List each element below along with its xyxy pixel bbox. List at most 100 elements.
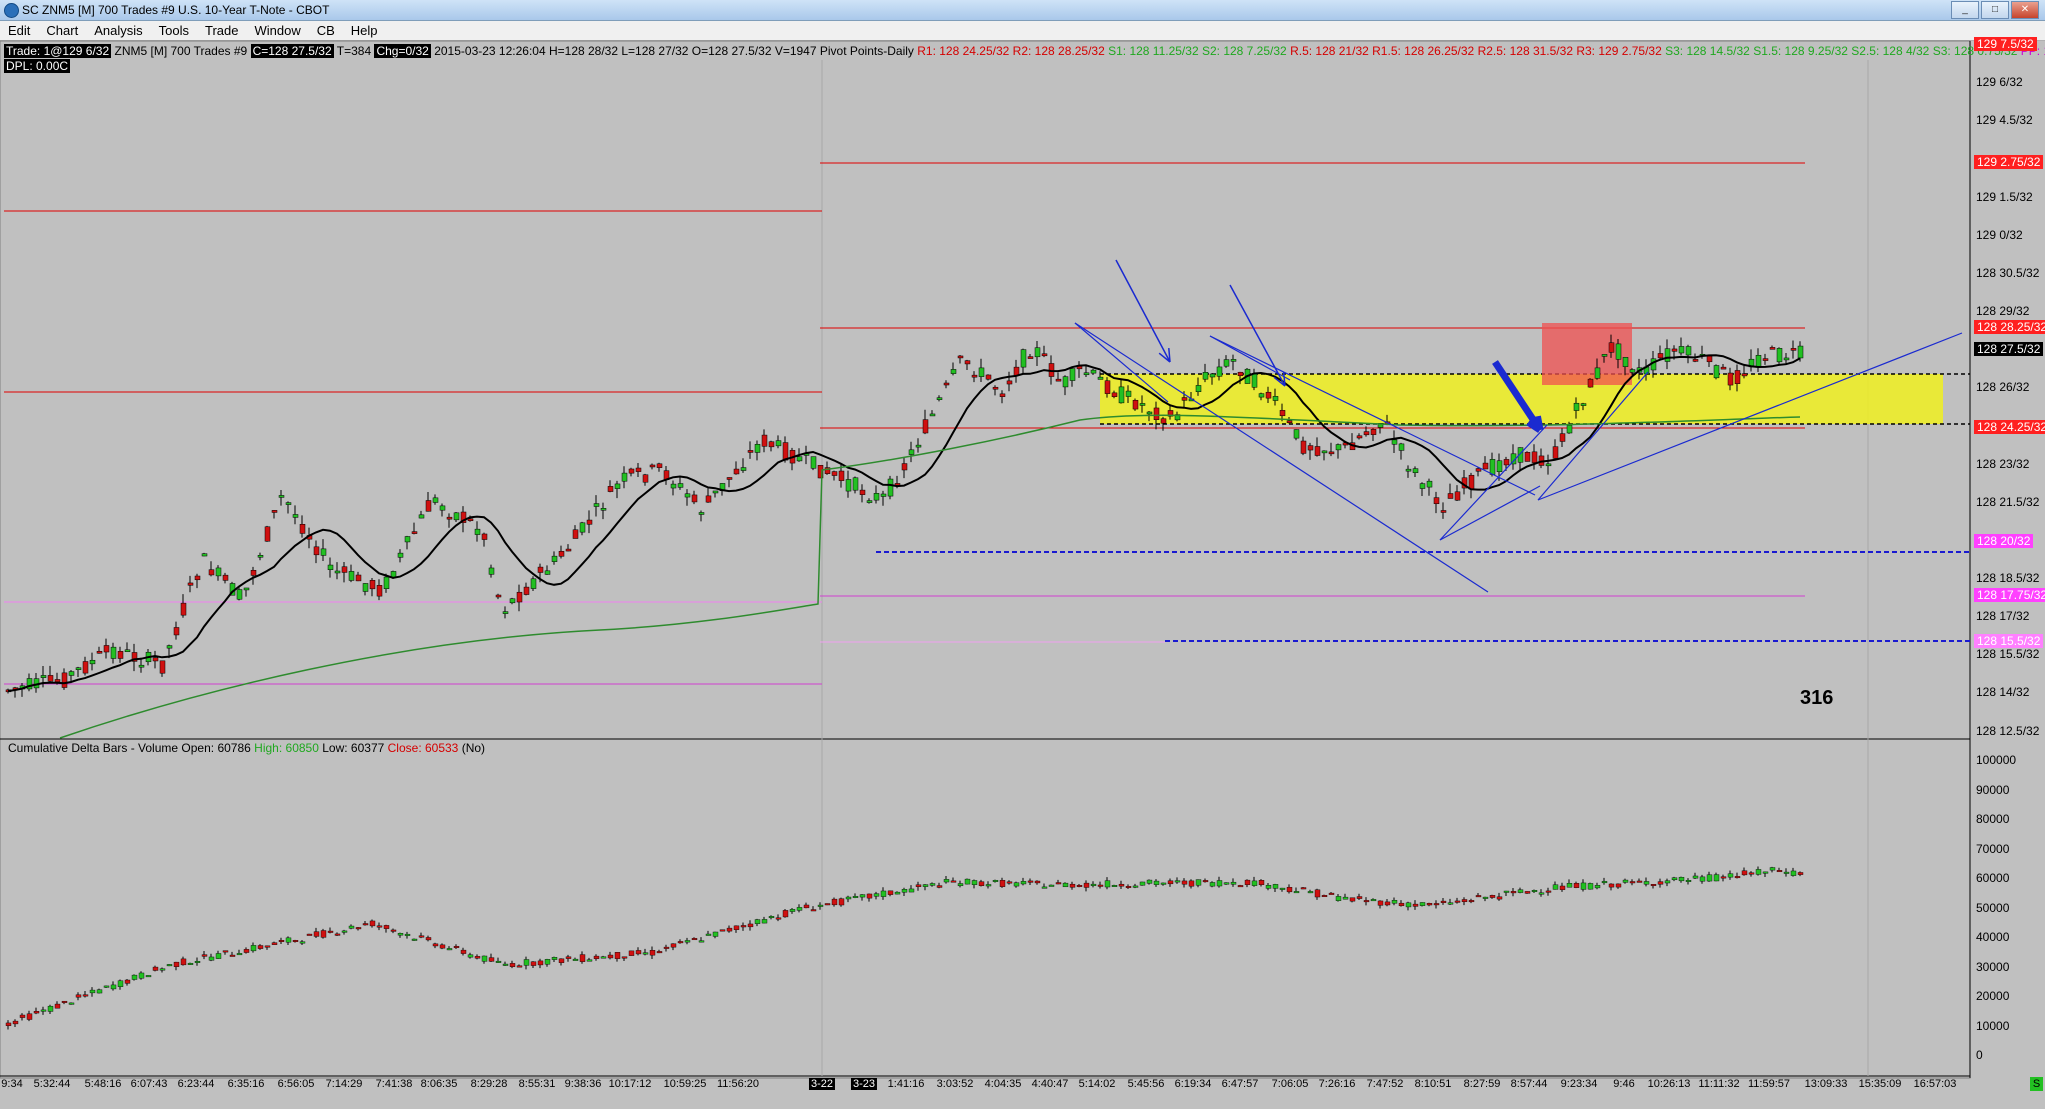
- delta-bar: [355, 927, 362, 930]
- candle-body: [355, 574, 362, 582]
- candle-body: [1055, 378, 1062, 382]
- candle-body: [887, 478, 894, 497]
- candle-body: [166, 645, 173, 649]
- delta-bar: [628, 950, 635, 956]
- delta-bar: [943, 879, 950, 883]
- delta-bar: [1279, 887, 1286, 890]
- price-axis-label: 128 23/32: [1976, 457, 2030, 471]
- candle-body: [1097, 376, 1104, 380]
- delta-bar: [1314, 889, 1321, 898]
- time-axis-label: 1:41:16: [887, 1078, 925, 1090]
- volume-axis-label: 60000: [1976, 871, 2010, 885]
- candle-body: [691, 494, 698, 503]
- candle-body: [614, 483, 621, 489]
- candle-body: [1496, 460, 1503, 472]
- status-indicator[interactable]: S: [2030, 1077, 2043, 1091]
- candle-body: [670, 483, 677, 489]
- delta-bar: [1132, 885, 1139, 888]
- candle-body: [1370, 429, 1377, 435]
- delta-bar: [243, 949, 250, 953]
- delta-bar: [810, 909, 817, 912]
- delta-bar: [1538, 892, 1545, 895]
- price-tag: 129 7.5/32: [1974, 37, 2037, 51]
- delta-bar: [747, 923, 754, 928]
- delta-bar: [411, 938, 418, 941]
- delta-bar: [110, 984, 117, 990]
- volume-axis-label: 90000: [1976, 782, 2010, 797]
- candle-body: [1237, 371, 1244, 377]
- price-tag: 128 24.25/32: [1974, 420, 2045, 434]
- delta-bar: [1664, 880, 1671, 884]
- candle-body: [208, 569, 215, 576]
- candle-body: [1125, 390, 1132, 397]
- candle-body: [397, 552, 404, 558]
- candle-body: [971, 374, 978, 378]
- delta-bar: [1167, 880, 1174, 885]
- delta-bar: [614, 952, 621, 959]
- candle-body: [509, 598, 516, 604]
- candle-body: [439, 505, 446, 511]
- delta-bar: [803, 904, 810, 909]
- candle-body: [187, 582, 194, 586]
- candle-body: [600, 508, 607, 511]
- price-chart[interactable]: [0, 0, 2045, 1109]
- delta-bar: [1748, 872, 1755, 875]
- delta-bar: [1734, 876, 1741, 879]
- time-axis-label: 15:35:09: [1858, 1078, 1902, 1090]
- delta-bar: [1188, 880, 1195, 887]
- candle-body: [173, 627, 180, 636]
- candle-body: [1783, 357, 1790, 361]
- delta-bar: [313, 931, 320, 937]
- delta-bar: [397, 933, 404, 936]
- delta-bar: [824, 903, 831, 906]
- candle-body: [1251, 373, 1258, 388]
- candle-body: [425, 500, 432, 512]
- candle-body: [1230, 359, 1237, 362]
- pivot-s25: S2.5: 128 4/32: [1851, 44, 1930, 58]
- candle-body: [1020, 349, 1027, 368]
- price-axis-label: 128 14/32: [1976, 685, 2030, 699]
- delta-bar: [985, 884, 992, 887]
- delta-bar: [733, 925, 740, 930]
- candle-body: [1580, 403, 1587, 406]
- candle-body: [432, 497, 439, 503]
- time-axis-label: 5:45:56: [1127, 1078, 1165, 1090]
- candle-body: [1132, 399, 1139, 410]
- delta-bar: [362, 923, 369, 926]
- delta-bar: [257, 945, 264, 949]
- candle-body: [61, 672, 68, 688]
- candle-body: [1685, 346, 1692, 356]
- candle-body: [950, 369, 957, 374]
- candle-body: [1265, 391, 1272, 399]
- delta-bar: [915, 884, 922, 887]
- candle-body: [551, 555, 558, 562]
- delta-bar: [453, 946, 460, 948]
- delta-bar: [523, 959, 530, 966]
- delta-bar: [1300, 887, 1307, 890]
- delta-bar: [1440, 900, 1447, 903]
- candle-body: [768, 441, 775, 448]
- candle-body: [1300, 440, 1307, 454]
- time-axis-label: 16:57:03: [1913, 1078, 1957, 1090]
- candle-body: [68, 671, 75, 676]
- chart-info-bar: Trade: 1@129 6/32 ZNM5 [M] 700 Trades #9…: [4, 43, 2045, 59]
- candle-body: [1503, 459, 1510, 466]
- candle-body: [418, 514, 425, 519]
- candle-body: [495, 594, 502, 598]
- candle-body: [754, 444, 761, 453]
- time-axis-label: 7:06:05: [1271, 1078, 1309, 1090]
- delta-bar: [649, 950, 656, 956]
- delta-bar: [166, 964, 173, 967]
- delta-bar: [446, 948, 453, 951]
- delta-bar: [1692, 875, 1699, 879]
- delta-bar: [1265, 885, 1272, 889]
- candle-body: [1720, 366, 1727, 370]
- volume-axis-label: 20000: [1976, 989, 2010, 1003]
- candle-body: [1111, 392, 1118, 397]
- delta-bar: [390, 929, 397, 932]
- candle-body: [1475, 468, 1482, 472]
- candle-body: [47, 675, 54, 682]
- candle-body: [1482, 462, 1489, 470]
- candle-body: [1587, 378, 1594, 388]
- candle-body: [943, 382, 950, 386]
